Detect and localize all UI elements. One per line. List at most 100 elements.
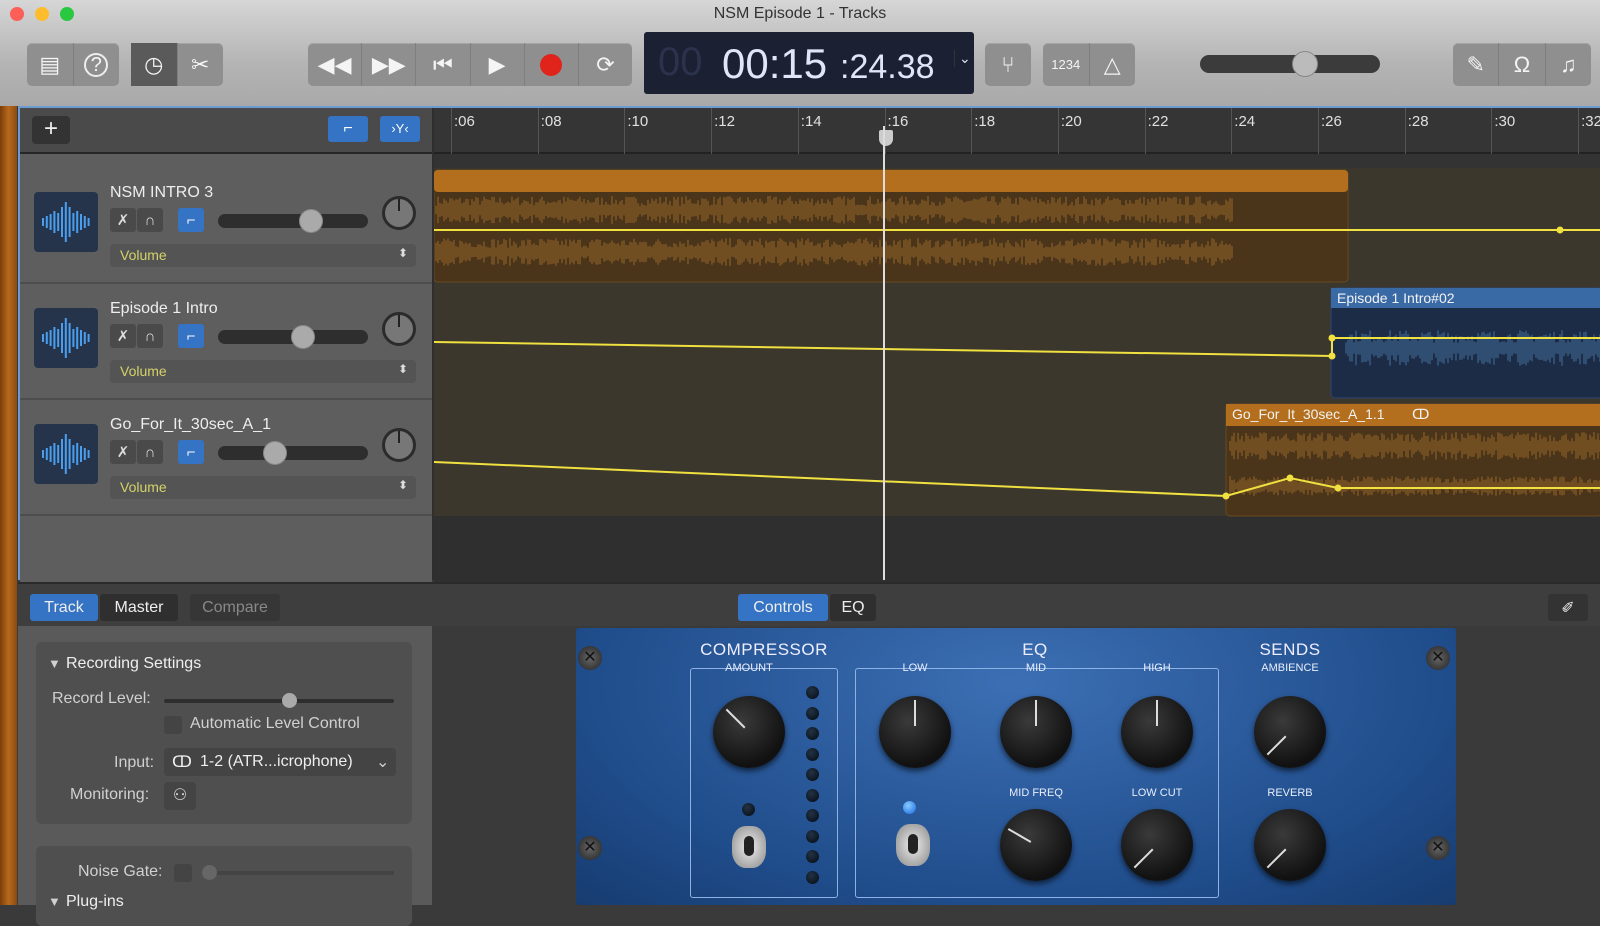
playhead[interactable]: [883, 126, 885, 580]
input-select[interactable]: ↀ 1-2 (ATR...icrophone) ⌄: [164, 748, 396, 776]
knob-low-cut[interactable]: [1121, 809, 1193, 881]
ruler-tick: [711, 108, 713, 154]
meter-led: [806, 686, 819, 699]
help-button[interactable]: ?: [74, 43, 120, 86]
media-icon: ♫: [1560, 51, 1577, 77]
master-volume-slider[interactable]: [1200, 51, 1380, 77]
knob-mid[interactable]: [1000, 696, 1072, 768]
disclosure-triangle-icon[interactable]: ▼: [48, 656, 61, 671]
region-label[interactable]: Go_For_It_30sec_A_1.1: [1232, 406, 1385, 422]
tab-master[interactable]: Master: [100, 594, 178, 621]
automation-point[interactable]: [1222, 492, 1230, 500]
play-button[interactable]: ▶: [471, 43, 525, 86]
region-label[interactable]: Episode 1 Intro#02: [1337, 290, 1455, 306]
knob-pointer: [1133, 848, 1154, 869]
knob-reverb[interactable]: [1254, 809, 1326, 881]
rewind-button[interactable]: ◀◀: [308, 43, 363, 86]
playhead-handle[interactable]: [879, 130, 893, 146]
lcd-display[interactable]: 00 00:15 :24.38 ⌄: [644, 32, 974, 94]
knob-amount[interactable]: [713, 696, 785, 768]
library-icon: ▤: [39, 51, 61, 77]
loop-browser-button[interactable]: Ω: [1499, 43, 1546, 86]
help-icon: ?: [84, 52, 109, 77]
noise-gate-slider[interactable]: [202, 865, 394, 880]
waveform-icon: [34, 424, 98, 484]
pan-knob[interactable]: [382, 196, 416, 230]
tab-track[interactable]: Track: [30, 594, 98, 621]
solo-button[interactable]: ∩: [137, 324, 163, 348]
region-header[interactable]: [434, 170, 1348, 192]
flex-button[interactable]: ›Y‹: [380, 116, 420, 142]
noise-gate-thumb[interactable]: [202, 865, 217, 880]
track-volume-thumb[interactable]: [263, 441, 288, 465]
track-header[interactable]: Episode 1 Intro ✗ ∩ ⌐ Volume ⬍: [20, 284, 432, 400]
pan-knob[interactable]: [382, 428, 416, 462]
library-button[interactable]: ▤: [27, 43, 74, 86]
compressor-toggle[interactable]: [732, 826, 766, 868]
solo-button[interactable]: ∩: [137, 208, 163, 232]
track-lanes[interactable]: Episode 1 Intro#02 Go_For_It_30sec_A_1.1 ↀ: [434, 154, 1600, 582]
track-volume-slider[interactable]: [218, 441, 368, 465]
track-name[interactable]: Episode 1 Intro: [110, 300, 218, 318]
metronome-button[interactable]: △: [1090, 43, 1136, 86]
knob-low[interactable]: [879, 696, 951, 768]
smart-controls-button[interactable]: ◷: [131, 43, 178, 86]
mute-button[interactable]: ✗: [110, 208, 136, 232]
ruler-label: :28: [1407, 113, 1429, 130]
knob-mid-freq[interactable]: [1000, 809, 1072, 881]
record-level-thumb[interactable]: [281, 693, 297, 708]
compare-button[interactable]: Compare: [190, 594, 280, 621]
smart-controls-info-button[interactable]: ✐: [1548, 594, 1588, 621]
pan-knob[interactable]: [382, 312, 416, 346]
ruler-label: :22: [1147, 113, 1169, 130]
mute-button[interactable]: ✗: [110, 440, 136, 464]
automation-parameter-select[interactable]: Volume ⬍: [110, 244, 416, 267]
noise-gate-checkbox[interactable]: [174, 864, 192, 882]
monitoring-button[interactable]: ⚇: [164, 782, 196, 810]
knob-high[interactable]: [1121, 696, 1193, 768]
count-in-button[interactable]: 1234: [1043, 43, 1090, 86]
automation-parameter-select[interactable]: Volume ⬍: [110, 360, 416, 383]
notepad-button[interactable]: ✎: [1453, 43, 1500, 86]
track-name[interactable]: Go_For_It_30sec_A_1: [110, 416, 271, 434]
automation-toggle[interactable]: ⌐: [178, 324, 204, 348]
automation-parameter-select[interactable]: Volume ⬍: [110, 476, 416, 499]
track-volume-slider[interactable]: [218, 325, 368, 349]
timeline-ruler[interactable]: :06:08:10:12:14:16:18:20:22:24:26:28:30:…: [434, 108, 1600, 154]
track-header[interactable]: Go_For_It_30sec_A_1 ✗ ∩ ⌐ Volume ⬍: [20, 400, 432, 516]
automation-toggle[interactable]: ⌐: [178, 208, 204, 232]
add-track-button[interactable]: +: [32, 116, 70, 144]
show-automation-button[interactable]: ⌐: [328, 116, 368, 142]
record-level-slider[interactable]: [164, 693, 394, 708]
track-volume-thumb[interactable]: [298, 209, 323, 233]
media-browser-button[interactable]: ♫: [1546, 43, 1591, 86]
plugins-disclosure-icon[interactable]: ▼: [48, 894, 61, 909]
solo-button[interactable]: ∩: [137, 440, 163, 464]
track-volume-thumb[interactable]: [291, 325, 316, 349]
lcd-mode-chevron-icon[interactable]: ⌄: [954, 50, 971, 67]
automation-point[interactable]: [1334, 484, 1342, 492]
track-name[interactable]: NSM INTRO 3: [110, 184, 213, 202]
fast-forward-button[interactable]: ▶▶: [362, 43, 417, 86]
automation-toggle[interactable]: ⌐: [178, 440, 204, 464]
automation-point[interactable]: [1328, 334, 1336, 342]
track-volume-slider[interactable]: [218, 209, 368, 233]
automation-point[interactable]: [1328, 352, 1336, 360]
track-header[interactable]: NSM INTRO 3 ✗ ∩ ⌐ Volume ⬍: [20, 168, 432, 284]
eq-toggle[interactable]: [896, 824, 930, 866]
mute-button[interactable]: ✗: [110, 324, 136, 348]
cycle-button[interactable]: ⟳: [579, 43, 632, 86]
track-inspector: ▼ Recording Settings Record Level: Autom…: [18, 626, 432, 926]
go-to-beginning-button[interactable]: ⏮: [416, 43, 471, 86]
automation-point[interactable]: [1286, 474, 1294, 482]
automation-point[interactable]: [1556, 226, 1564, 234]
knob-ambience[interactable]: [1254, 696, 1326, 768]
automatic-level-checkbox[interactable]: [164, 716, 182, 734]
tab-controls[interactable]: Controls: [738, 594, 828, 621]
tab-eq[interactable]: EQ: [830, 594, 876, 621]
tuner-button[interactable]: ⑂: [985, 43, 1031, 86]
editors-button[interactable]: ✂: [178, 43, 224, 86]
record-button[interactable]: [525, 43, 579, 86]
meter-led: [806, 850, 819, 863]
master-volume-thumb[interactable]: [1292, 51, 1319, 77]
